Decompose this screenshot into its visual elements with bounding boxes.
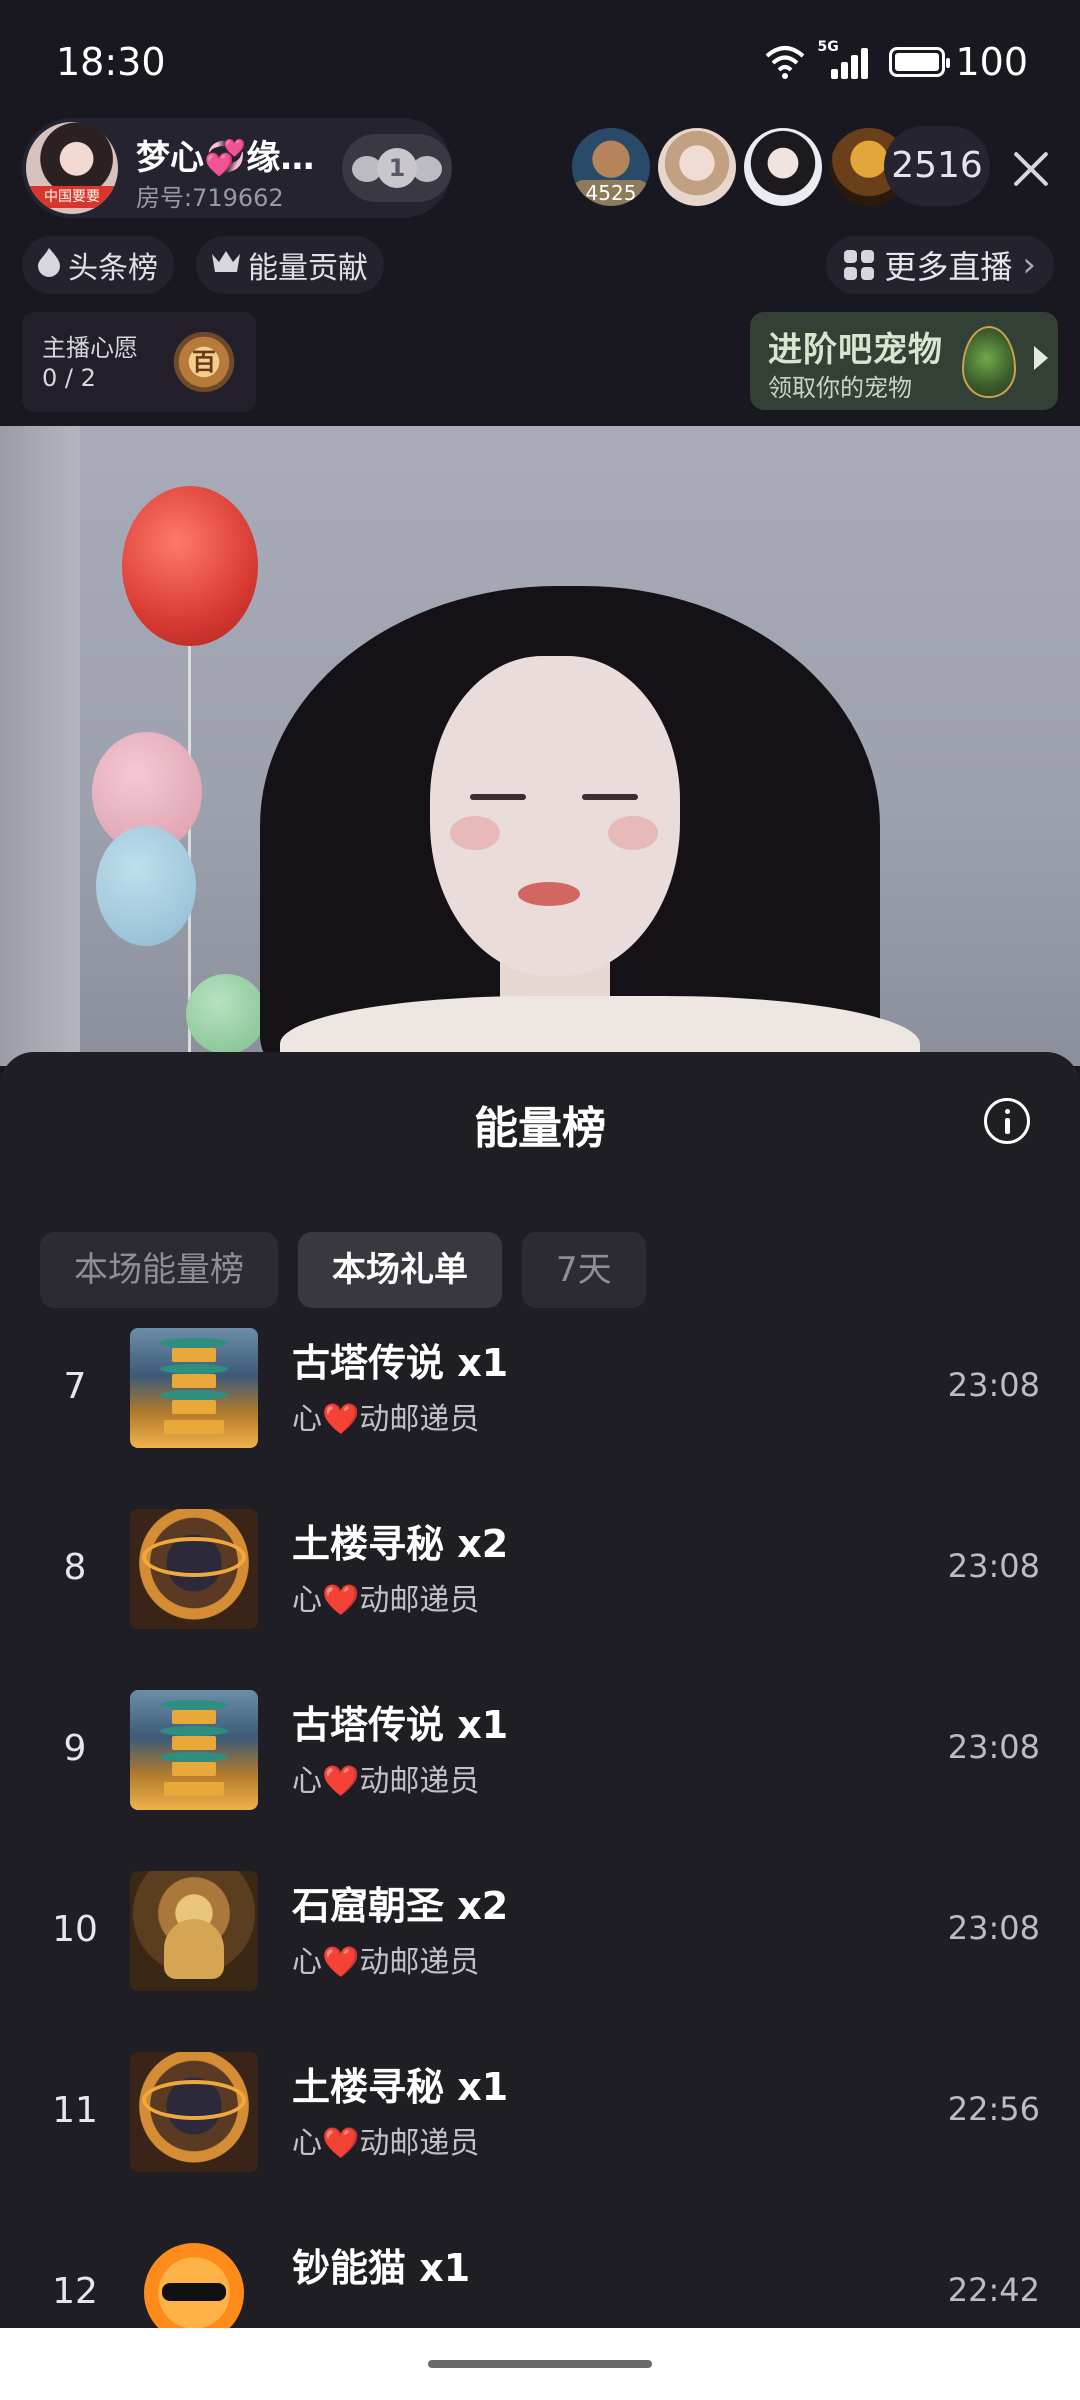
gift-tulou-image <box>130 1509 258 1629</box>
pet-egg-icon <box>962 326 1016 398</box>
gift-name: 石窟朝圣 x2 <box>292 1884 509 1928</box>
gift-list: 7 古塔传说 x1 心❤️动邮递员 23:08 8 土楼寻秘 x2 心❤️动邮递… <box>0 1322 1080 2400</box>
gift-row[interactable]: 7 古塔传说 x1 心❤️动邮递员 23:08 <box>0 1322 1080 1503</box>
status-icons: 5G 100 <box>763 39 1028 84</box>
fan-level: 1 <box>377 148 417 188</box>
chevron-right-icon: › <box>1022 245 1036 285</box>
row-rank: 10 <box>52 1909 98 1950</box>
sender-name: 心❤️动邮递员 <box>292 1583 480 1618</box>
pet-promo-subtitle: 领取你的宠物 <box>768 374 912 402</box>
host-info[interactable]: 中国要要 梦心💞缘… 房号:719662 1 <box>22 118 452 218</box>
status-time: 18:30 <box>56 40 166 84</box>
gift-name: 钞能猫 x1 <box>292 2246 471 2290</box>
headline-rank-label: 头条榜 <box>68 251 158 286</box>
wish-progress: 0 / 2 <box>42 364 96 392</box>
viewer-badge: 4525 <box>572 180 650 206</box>
sheet-title: 能量榜 <box>474 1103 606 1154</box>
host-name: 梦心💞缘… <box>136 138 315 178</box>
battery-icon <box>889 47 951 77</box>
live-room-screen: 18:30 5G 100 中国要要 梦心💞缘… 房号:719662 1 4525… <box>0 0 1080 2400</box>
gift-name: 古塔传说 x1 <box>292 1703 509 1747</box>
rank-tabs: 本场能量榜 本场礼单 7天 <box>40 1232 646 1308</box>
video-wall <box>0 426 80 1066</box>
gift-pagoda-image <box>130 1690 258 1810</box>
gift-row[interactable]: 9 古塔传说 x1 心❤️动邮递员 23:08 <box>0 1684 1080 1865</box>
close-icon[interactable] <box>1008 146 1054 192</box>
tab-7-days[interactable]: 7天 <box>522 1232 646 1308</box>
heart-icon: ❤️ <box>322 1764 360 1799</box>
gift-tulou-image <box>130 2052 258 2172</box>
arrow-right-icon <box>1034 346 1048 370</box>
gift-name: 土楼寻秘 x2 <box>292 1522 509 1566</box>
status-bar: 18:30 5G 100 <box>0 0 1080 120</box>
headline-rank-chip[interactable]: 头条榜 <box>22 236 174 294</box>
gift-time: 22:56 <box>947 2090 1040 2128</box>
wifi-icon <box>763 44 807 80</box>
sender-name: 心❤️动邮递员 <box>292 1764 480 1799</box>
room-number: 房号:719662 <box>136 184 284 212</box>
network-type: 5G <box>817 39 839 55</box>
host-avatar[interactable]: 中国要要 <box>26 122 118 214</box>
heart-icon: ❤️ <box>322 1583 360 1618</box>
viewer-avatar[interactable] <box>658 128 736 206</box>
gift-name: 古塔传说 x1 <box>292 1341 509 1385</box>
gift-time: 23:08 <box>947 1728 1040 1766</box>
gift-time: 23:08 <box>947 1547 1040 1585</box>
live-video[interactable] <box>0 426 1080 1066</box>
viewer-avatar[interactable] <box>744 128 822 206</box>
sender-name: 心❤️动邮递员 <box>292 1402 480 1437</box>
gift-time: 23:08 <box>947 1366 1040 1404</box>
gift-time: 22:42 <box>947 2271 1040 2309</box>
heart-icon: ❤️ <box>322 1945 360 1980</box>
more-live-button[interactable]: 更多直播 › <box>826 236 1054 294</box>
gift-row[interactable]: 8 土楼寻秘 x2 心❤️动邮递员 23:08 <box>0 1503 1080 1684</box>
energy-contribution-chip[interactable]: 能量贡献 <box>196 236 384 294</box>
pet-promo-title: 进阶吧宠物 <box>768 330 943 370</box>
wish-title: 主播心愿 <box>42 334 138 362</box>
sender-name: 心❤️动邮递员 <box>292 2126 480 2161</box>
info-icon[interactable] <box>984 1098 1030 1144</box>
sender-name: 心❤️动邮递员 <box>292 1945 480 1980</box>
gift-row[interactable]: 11 土楼寻秘 x1 心❤️动邮递员 22:56 <box>0 2046 1080 2227</box>
energy-contribution-label: 能量贡献 <box>248 251 368 286</box>
row-rank: 8 <box>63 1547 87 1588</box>
tab-session-energy[interactable]: 本场能量榜 <box>40 1232 278 1308</box>
red-balloon <box>122 486 258 646</box>
row-rank: 9 <box>63 1728 87 1769</box>
pet-promo-banner[interactable]: 进阶吧宠物 领取你的宠物 <box>750 312 1058 410</box>
host-avatar-tag: 中国要要 <box>26 186 118 208</box>
heart-icon: ❤️ <box>322 1402 360 1437</box>
battery-level: 100 <box>955 40 1028 84</box>
heart-icon: ❤️ <box>322 2126 360 2161</box>
viewer-count[interactable]: 2516 <box>884 126 990 206</box>
gift-buddha-image <box>130 1871 258 1991</box>
streamer-face <box>430 656 680 976</box>
blue-balloon <box>96 826 196 946</box>
gift-row[interactable]: 10 石窟朝圣 x2 心❤️动邮递员 23:08 <box>0 1865 1080 2046</box>
fan-level-badge[interactable]: 1 <box>342 134 452 202</box>
home-indicator[interactable] <box>428 2360 652 2368</box>
gift-name: 土楼寻秘 x1 <box>292 2065 509 2109</box>
more-live-label: 更多直播 <box>884 248 1013 286</box>
signal-icon: 5G <box>817 39 871 81</box>
viewer-avatars[interactable]: 4525 <box>572 128 908 208</box>
green-balloon <box>186 974 266 1054</box>
crown-icon <box>210 248 242 283</box>
gift-pagoda-image <box>130 1328 258 1448</box>
row-rank: 11 <box>52 2090 98 2131</box>
gift-time: 23:08 <box>947 1909 1040 1947</box>
flame-icon <box>36 247 62 284</box>
tab-session-gifts[interactable]: 本场礼单 <box>298 1232 502 1308</box>
host-wish-card[interactable]: 主播心愿 0 / 2 百 <box>22 312 256 412</box>
energy-rank-sheet: 能量榜 本场能量榜 本场礼单 7天 7 古塔传说 x1 心❤️动邮递员 23:0… <box>0 1052 1080 2400</box>
row-rank: 7 <box>63 1366 87 1407</box>
grid-icon <box>844 250 875 280</box>
viewer-avatar[interactable]: 4525 <box>572 128 650 206</box>
wish-medal-icon: 百 <box>164 332 244 392</box>
